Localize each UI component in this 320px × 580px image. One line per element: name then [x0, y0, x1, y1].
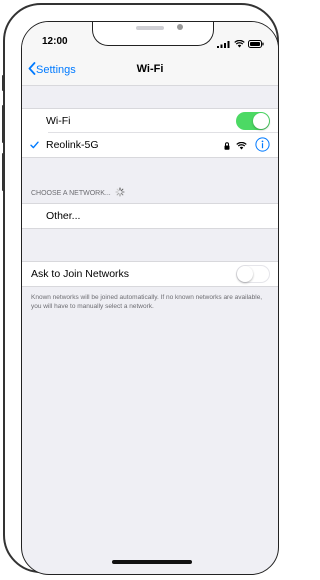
speaker [136, 26, 164, 30]
page-title: Wi-Fi [136, 63, 164, 75]
wifi-status-icon [234, 35, 245, 53]
choose-network-header: CHOOSE A NETWORK... [31, 187, 125, 199]
ask-to-join-toggle[interactable] [236, 265, 270, 283]
status-time: 12:00 [42, 36, 68, 47]
wifi-toggle-row: Wi-Fi [22, 109, 278, 133]
ask-to-join-label: Ask to Join Networks [31, 268, 130, 280]
ask-to-join-footnote: Known networks will be joined automatica… [31, 294, 263, 310]
info-icon[interactable] [255, 137, 270, 155]
ask-to-join-row: Ask to Join Networks [22, 262, 278, 286]
wifi-label: Wi-Fi [46, 115, 71, 127]
status-icons [217, 35, 264, 53]
toggle-knob [253, 113, 269, 129]
volume-down-button [2, 153, 5, 191]
choose-network-header-label: CHOOSE A NETWORK... [31, 189, 111, 197]
front-camera [177, 24, 183, 30]
other-network-row[interactable]: Other... [22, 204, 278, 228]
navigation-bar: Settings Wi-Fi [22, 52, 278, 86]
battery-icon [248, 35, 264, 53]
choose-network-group: Other... [22, 203, 278, 229]
loading-spinner-icon [115, 187, 125, 199]
ask-to-join-group: Ask to Join Networks [22, 261, 278, 287]
mute-switch [2, 75, 5, 91]
home-indicator [112, 560, 192, 564]
other-network-label: Other... [46, 210, 81, 222]
wifi-toggle[interactable] [236, 112, 270, 130]
screen: 12:00 Settings Wi-Fi Wi-Fi Reolink-5G CH… [21, 21, 279, 575]
phone-frame: 12:00 Settings Wi-Fi Wi-Fi Reolink-5G CH… [2, 3, 279, 575]
connected-network-name: Reolink-5G [46, 139, 99, 151]
toggle-knob [237, 266, 253, 282]
checkmark-icon [30, 140, 39, 152]
lock-icon [224, 141, 230, 153]
notch [92, 22, 214, 46]
connected-network-row[interactable]: Reolink-5G [22, 133, 278, 157]
volume-up-button [2, 105, 5, 143]
wifi-strength-icon [236, 141, 247, 153]
wifi-group: Wi-Fi Reolink-5G [22, 108, 278, 158]
cellular-signal-icon [217, 35, 231, 53]
